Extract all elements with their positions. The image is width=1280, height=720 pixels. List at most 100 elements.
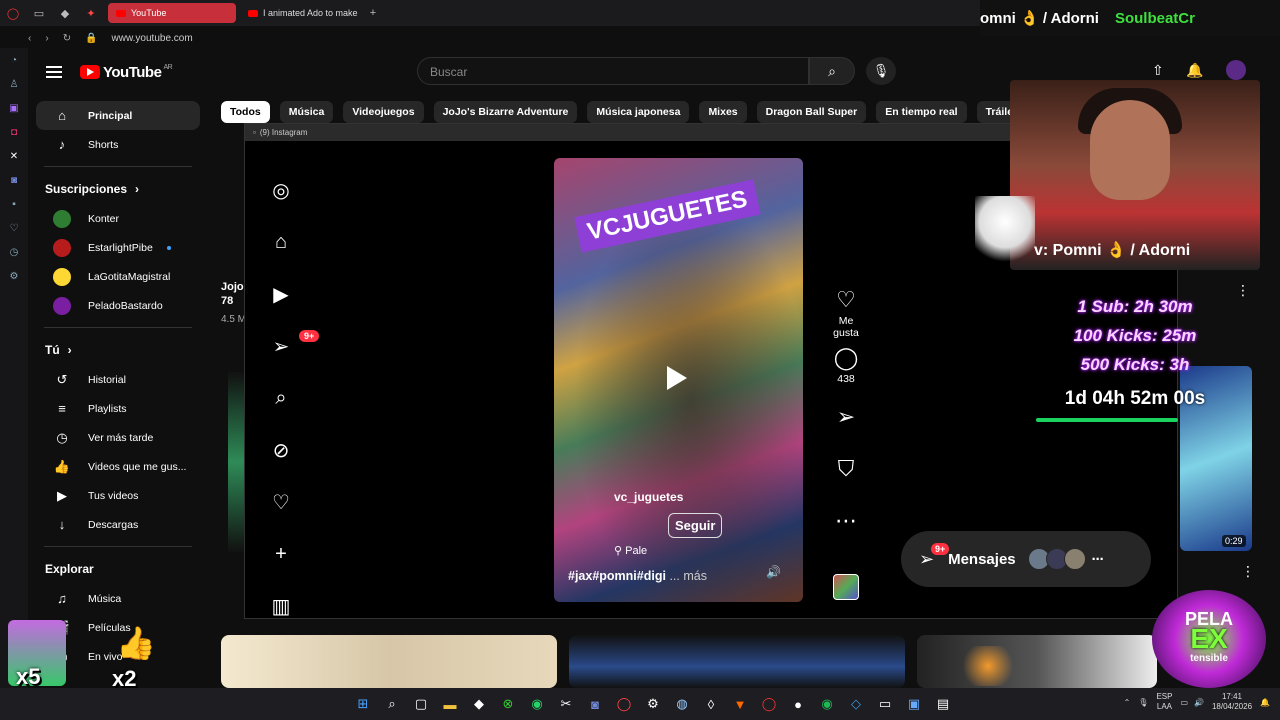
windows-start-icon[interactable]: ⊞: [350, 691, 376, 717]
you-heading[interactable]: Tú ›: [28, 335, 208, 365]
reel-username[interactable]: vc_juguetes: [614, 490, 683, 505]
search-icon[interactable]: ⌕: [379, 691, 405, 717]
opera-logo-icon[interactable]: ◯: [0, 0, 26, 26]
obs-icon[interactable]: ●: [785, 691, 811, 717]
create-button[interactable]: ⇧: [1152, 62, 1164, 79]
opera-gx-icon[interactable]: ◯: [611, 691, 637, 717]
video-thumbnail[interactable]: [569, 635, 905, 688]
chip-category[interactable]: Videojuegos: [343, 101, 424, 123]
brave-icon[interactable]: ▼: [727, 691, 753, 717]
sidebar-item-principal[interactable]: ⌂ Principal: [36, 101, 200, 130]
chip-category[interactable]: En tiempo real: [876, 101, 967, 123]
play-icon[interactable]: [667, 366, 687, 390]
twitch-icon[interactable]: ▣: [0, 96, 28, 120]
more-link[interactable]: ... más: [669, 569, 707, 583]
chip-category[interactable]: Mixes: [699, 101, 747, 123]
chip-category[interactable]: Música japonesa: [587, 101, 690, 123]
video-thumbnail[interactable]: [221, 635, 557, 688]
share-button[interactable]: ➢: [828, 391, 864, 443]
aria-icon[interactable]: ♙: [0, 72, 28, 96]
extensions-icon[interactable]: ✦: [78, 0, 104, 26]
more-options-icon[interactable]: ⋮: [1241, 563, 1255, 580]
language-indicator[interactable]: ESP LAA: [1156, 692, 1172, 712]
sidebar-item-your-videos[interactable]: ▶ Tus videos: [36, 481, 200, 510]
discord-icon[interactable]: ◙: [0, 168, 28, 192]
chip-todos[interactable]: Todos: [221, 101, 270, 123]
tab-youtube[interactable]: YouTube: [108, 3, 236, 23]
discord-icon[interactable]: ◙: [582, 691, 608, 717]
photos-icon[interactable]: ▣: [901, 691, 927, 717]
controller-icon[interactable]: ◊: [698, 691, 724, 717]
new-tab-button[interactable]: +: [360, 0, 386, 26]
search-button[interactable]: ⌕: [809, 57, 855, 85]
sidebar-sub-estarlightpibe[interactable]: EstarlightPibe: [36, 233, 200, 262]
file-explorer-icon[interactable]: ▬: [437, 691, 463, 717]
opera-icon[interactable]: ◯: [756, 691, 782, 717]
mic-icon[interactable]: 🎙: [1138, 698, 1148, 707]
direct-messages-icon[interactable]: ➢ 9+: [261, 320, 320, 372]
notifications-bell-icon[interactable]: 🔔: [1186, 62, 1203, 79]
like-button[interactable]: ♡ Me gusta: [828, 287, 864, 339]
address-bar[interactable]: ‹ › ↻ 🔒 www.youtube.com: [28, 28, 980, 48]
xbox-icon[interactable]: ⊗: [495, 691, 521, 717]
youtube-logo[interactable]: YouTube AR: [80, 64, 173, 81]
subscriptions-heading[interactable]: Suscripciones ›: [28, 174, 208, 204]
video-thumbnail-peek[interactable]: [228, 372, 244, 552]
heart-side-icon[interactable]: ♡: [0, 216, 28, 240]
settings-icon[interactable]: ⚙: [640, 691, 666, 717]
instagram-side-icon[interactable]: ◘: [0, 120, 28, 144]
more-options-icon[interactable]: ⋮: [1236, 282, 1250, 299]
spotify-icon[interactable]: ◉: [814, 691, 840, 717]
sidebar-item-playlists[interactable]: ≡ Playlists: [36, 394, 200, 423]
sidebar-sub-konter[interactable]: Konter: [36, 204, 200, 233]
sidebar-sub-peladobastardo[interactable]: PeladoBastardo: [36, 291, 200, 320]
search-icon[interactable]: ⌕: [261, 372, 301, 424]
save-button[interactable]: ⛉: [828, 443, 864, 495]
sidebar-item-watch-later[interactable]: ◷ Ver más tarde: [36, 423, 200, 452]
search-input[interactable]: Buscar: [417, 57, 809, 85]
voice-search-button[interactable]: 🎙: [866, 57, 896, 85]
reel-video[interactable]: VCJUGUETES vc_juguetes Seguir ⚲ Pale #ja…: [554, 158, 803, 602]
chip-category[interactable]: Música: [279, 101, 334, 123]
video-title-peek[interactable]: Jojo 78: [221, 280, 244, 308]
shield-icon[interactable]: ◆: [52, 0, 78, 26]
tab-ado-video[interactable]: I animated Ado to make yo: [240, 3, 360, 23]
sidebar-item-shorts[interactable]: ♪ Shorts: [36, 130, 200, 159]
steam-icon[interactable]: ◍: [669, 691, 695, 717]
sidebar-item-liked[interactable]: 👍 Videos que me gus...: [36, 452, 200, 481]
sidebar-item-historial[interactable]: ↺ Historial: [36, 365, 200, 394]
history-side-icon[interactable]: ◷: [0, 240, 28, 264]
sidebar-item-music[interactable]: ♫ Música: [36, 584, 200, 613]
workspaces-icon[interactable]: ▭: [26, 0, 52, 26]
explore-compass-icon[interactable]: ⊘: [261, 424, 301, 476]
tray-overflow-icon[interactable]: ⌃: [1124, 698, 1131, 707]
capcut-icon[interactable]: ✂: [553, 691, 579, 717]
menu-icon[interactable]: [46, 66, 62, 78]
home-icon[interactable]: ⌂: [261, 216, 301, 268]
audio-thumbnail[interactable]: [833, 574, 859, 600]
sidebar-item-downloads[interactable]: ↓ Descargas: [36, 510, 200, 539]
vscode-icon[interactable]: ◇: [843, 691, 869, 717]
network-icon[interactable]: ▭: [1180, 698, 1188, 707]
instagram-logo-icon[interactable]: ◎: [261, 164, 301, 216]
volume-icon[interactable]: 🔊: [1194, 698, 1204, 707]
messages-button[interactable]: ➢ 9+ Mensajes ⋯: [901, 531, 1151, 587]
whatsapp-icon[interactable]: ◉: [524, 691, 550, 717]
settings-side-icon[interactable]: ⚙: [0, 264, 28, 288]
reels-icon[interactable]: ▶: [261, 268, 301, 320]
forward-icon[interactable]: ›: [45, 33, 48, 44]
volume-icon[interactable]: 🔊: [766, 565, 781, 579]
comment-button[interactable]: ◯ 438: [828, 339, 864, 391]
media-player-icon[interactable]: ▭: [872, 691, 898, 717]
video-thumbnail[interactable]: [917, 635, 1157, 688]
chip-category[interactable]: Dragon Ball Super: [756, 101, 867, 123]
notifications-icon[interactable]: 🔔: [1260, 698, 1270, 707]
clock[interactable]: 17:41 18/04/2026: [1212, 692, 1252, 712]
task-view-icon[interactable]: ▢: [408, 691, 434, 717]
chip-category[interactable]: JoJo's Bizarre Adventure: [433, 101, 578, 123]
create-plus-icon[interactable]: +: [261, 528, 301, 580]
reel-caption[interactable]: #jax#pomni#digi ... más: [568, 569, 707, 583]
speed-dial-icon[interactable]: ◔: [0, 48, 28, 72]
reload-icon[interactable]: ↻: [63, 33, 71, 44]
reel-location[interactable]: ⚲ Pale: [614, 544, 647, 557]
